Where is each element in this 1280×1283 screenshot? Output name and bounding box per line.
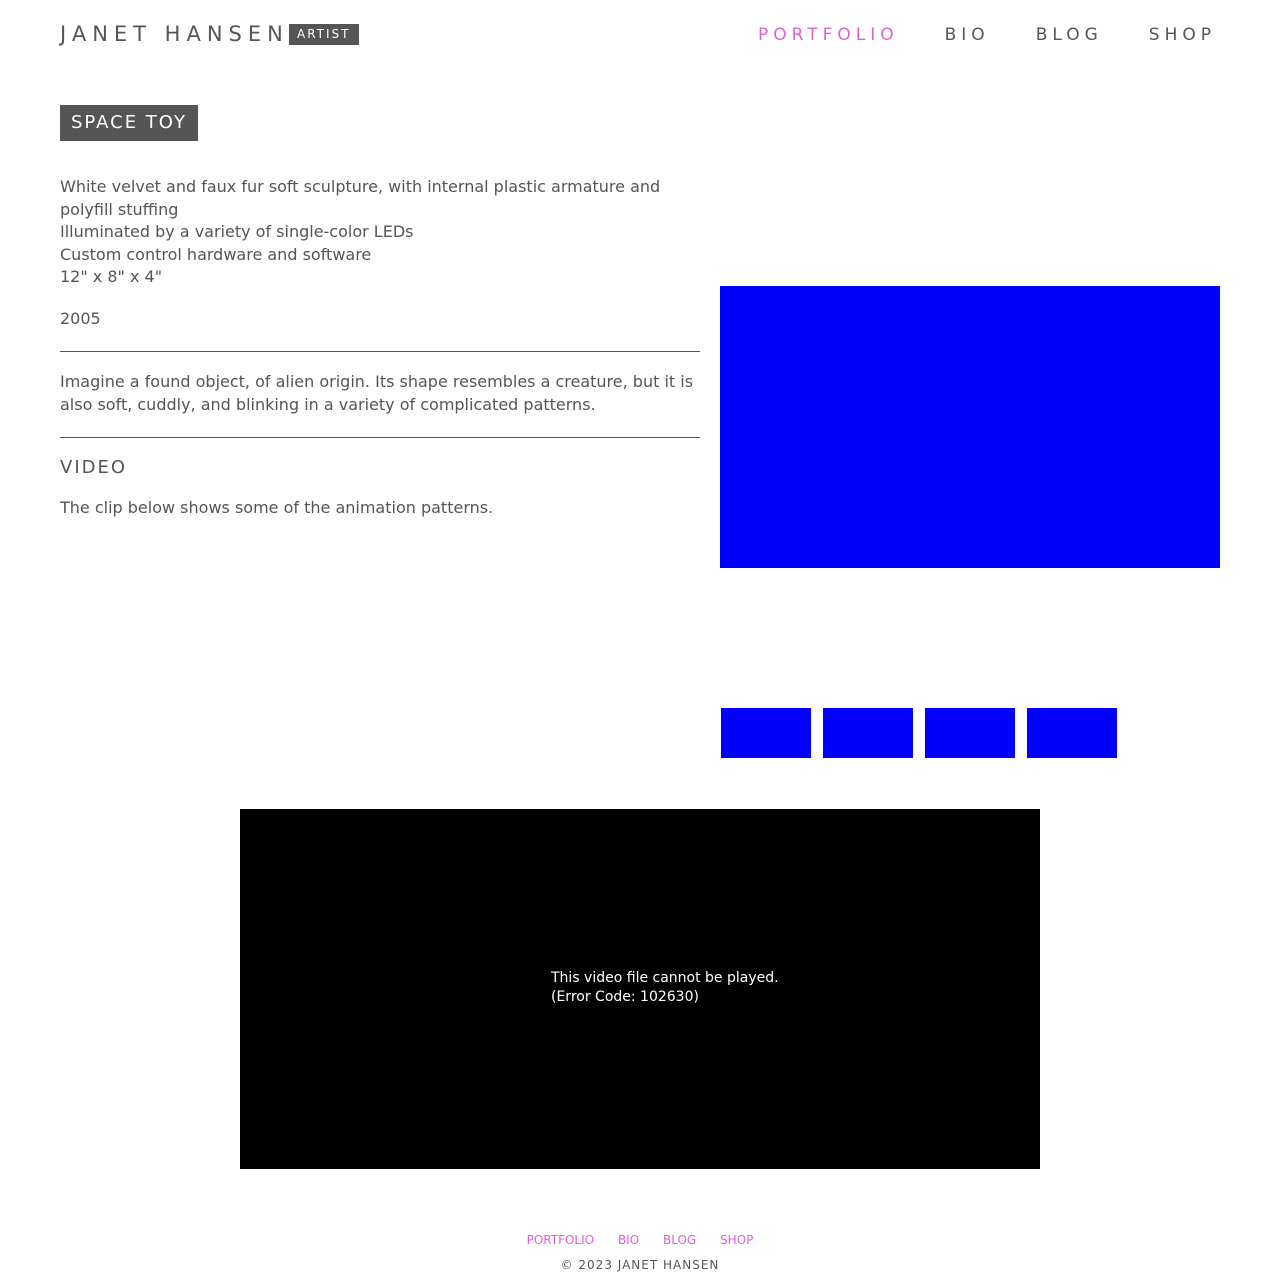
video-heading: VIDEO	[60, 457, 128, 478]
footer-link-bio[interactable]: BIO	[618, 1233, 639, 1247]
site-name-link[interactable]: JANET HANSEN	[60, 20, 289, 48]
thumbnail-strip	[721, 708, 1129, 758]
spec-hardware: Custom control hardware and software	[60, 244, 372, 264]
thumbnail-1[interactable]	[721, 708, 811, 758]
footer-link-shop[interactable]: SHOP	[720, 1233, 753, 1247]
footer-copyright: © 2023 JANET HANSEN	[560, 1258, 720, 1272]
footer-link-blog[interactable]: BLOG	[663, 1233, 696, 1247]
nav-portfolio[interactable]: PORTFOLIO	[758, 22, 899, 48]
nav-blog[interactable]: BLOG	[1036, 22, 1103, 48]
footer-nav: PORTFOLIO BIO BLOG SHOP	[0, 1231, 1280, 1249]
artwork-title: SPACE TOY	[60, 105, 198, 141]
divider-bottom	[60, 437, 700, 438]
artwork-description: Imagine a found object, of alien origin.…	[60, 372, 694, 414]
main-artwork-image[interactable]	[720, 286, 1220, 568]
spec-dimensions: 12" x 8" x 4"	[60, 267, 163, 286]
site-header: JANET HANSEN ARTIST PORTFOLIO BIO BLOG S…	[0, 0, 1280, 70]
thumbnail-4[interactable]	[1027, 708, 1117, 758]
artwork-specs: White velvet and faux fur soft sculpture…	[60, 176, 700, 289]
spec-lighting: Illuminated by a variety of single-color…	[60, 222, 414, 241]
thumbnail-3[interactable]	[925, 708, 1015, 758]
video-error-code: (Error Code: 102630)	[551, 989, 699, 1005]
artwork-year: 2005	[60, 309, 101, 328]
nav-shop[interactable]: SHOP	[1149, 22, 1216, 48]
main-nav: PORTFOLIO BIO BLOG SHOP	[712, 22, 1216, 48]
thumbnail-2[interactable]	[823, 708, 913, 758]
nav-bio[interactable]: BIO	[945, 22, 990, 48]
video-caption: The clip below shows some of the animati…	[60, 498, 494, 517]
divider-top	[60, 351, 700, 352]
video-error-text: This video file cannot be played.	[551, 970, 779, 986]
video-error-message: This video file cannot be played. (Error…	[551, 969, 779, 1007]
footer-link-portfolio[interactable]: PORTFOLIO	[527, 1233, 595, 1247]
video-player[interactable]: This video file cannot be played. (Error…	[240, 809, 1040, 1169]
site-role-badge: ARTIST	[289, 24, 359, 45]
spec-materials: White velvet and faux fur soft sculpture…	[60, 177, 661, 219]
